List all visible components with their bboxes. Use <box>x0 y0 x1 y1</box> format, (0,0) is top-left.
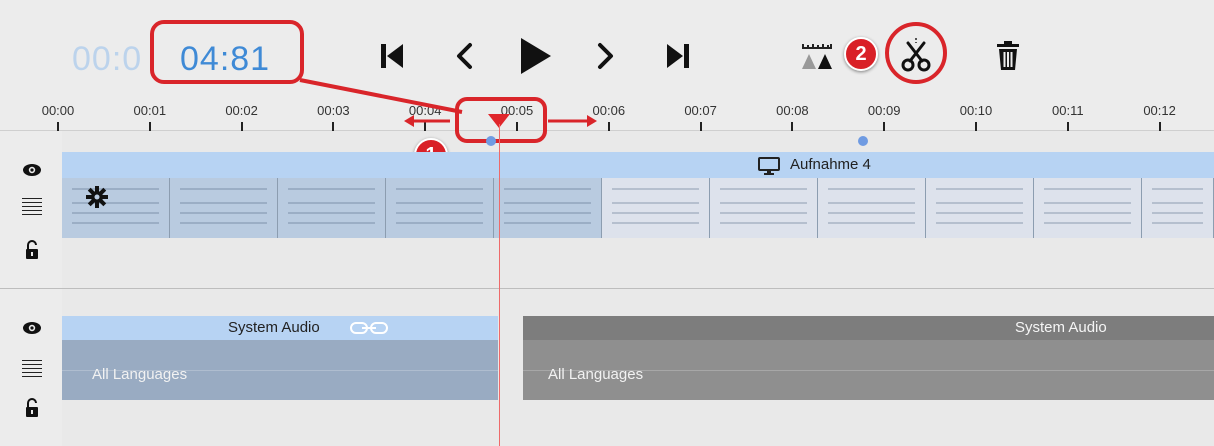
thumbnail-detail <box>1044 222 1131 224</box>
thumbnail-detail <box>180 188 267 190</box>
thumbnail-detail <box>720 212 807 214</box>
thumbnail-detail <box>720 202 807 204</box>
thumbnail-detail <box>180 202 267 204</box>
video-clip-title: Aufnahme 4 <box>790 156 871 173</box>
thumbnail-detail <box>180 212 267 214</box>
video-thumbnail <box>278 178 386 238</box>
gear-icon[interactable] <box>86 186 108 213</box>
thumbnail-detail <box>828 202 915 204</box>
thumbnail-detail <box>936 212 1023 214</box>
thumbnail-detail <box>612 188 699 190</box>
marker-dot[interactable] <box>858 136 868 146</box>
video-thumbnail <box>170 178 278 238</box>
thumbnail-detail <box>936 222 1023 224</box>
thumbnail-detail <box>612 212 699 214</box>
monitor-icon <box>758 157 780 180</box>
thumbnail-detail <box>828 222 915 224</box>
thumbnail-detail <box>1044 188 1131 190</box>
playhead-line <box>499 124 500 446</box>
lines-icon[interactable] <box>22 196 42 216</box>
thumbnail-detail <box>720 188 807 190</box>
thumbnail-detail <box>288 188 375 190</box>
lines-icon[interactable] <box>22 358 42 378</box>
thumbnail-detail <box>504 222 591 224</box>
video-thumbnail <box>1142 178 1214 238</box>
thumbnail-detail <box>288 222 375 224</box>
thumbnail-detail <box>828 188 915 190</box>
thumbnail-detail <box>504 188 591 190</box>
thumbnail-detail <box>612 202 699 204</box>
video-thumbnail <box>818 178 926 238</box>
thumbnail-detail <box>1152 222 1203 224</box>
language-label-right: All Languages <box>548 366 644 383</box>
thumbnail-detail <box>396 222 483 224</box>
thumbnail-detail <box>1152 212 1203 214</box>
lock-icon[interactable] <box>22 398 42 418</box>
eye-icon[interactable] <box>22 318 42 338</box>
thumbnail-detail <box>504 202 591 204</box>
thumbnail-detail <box>1044 212 1131 214</box>
track-separator <box>0 288 1214 289</box>
video-thumbnail <box>710 178 818 238</box>
thumbnail-detail <box>612 222 699 224</box>
thumbnail-detail <box>936 202 1023 204</box>
video-thumbnail <box>926 178 1034 238</box>
video-thumbnail <box>1034 178 1142 238</box>
thumbnail-detail <box>288 212 375 214</box>
audio-clip-title-left: System Audio <box>228 319 320 336</box>
video-thumbnail <box>62 178 170 238</box>
audio-clip-header-right[interactable] <box>523 316 1214 340</box>
video-clip-header[interactable] <box>62 152 1214 178</box>
video-thumbnail <box>602 178 710 238</box>
thumbnail-detail <box>288 202 375 204</box>
link-icon[interactable] <box>350 321 388 340</box>
thumbnail-detail <box>1044 202 1131 204</box>
language-label-left: All Languages <box>92 366 188 383</box>
audio-clip-title-right: System Audio <box>1015 319 1107 336</box>
thumbnail-detail <box>1152 188 1203 190</box>
thumbnail-detail <box>1152 202 1203 204</box>
thumbnail-detail <box>504 212 591 214</box>
thumbnail-detail <box>720 222 807 224</box>
thumbnail-detail <box>936 188 1023 190</box>
marker-dot[interactable] <box>486 136 496 146</box>
lock-icon[interactable] <box>22 240 42 260</box>
thumbnail-detail <box>72 222 159 224</box>
thumbnail-detail <box>828 212 915 214</box>
thumbnail-detail <box>180 222 267 224</box>
thumbnail-detail <box>396 202 483 204</box>
video-thumbnail <box>494 178 602 238</box>
thumbnail-detail <box>396 212 483 214</box>
thumbnail-detail <box>396 188 483 190</box>
eye-icon[interactable] <box>22 160 42 180</box>
video-thumbnail <box>386 178 494 238</box>
